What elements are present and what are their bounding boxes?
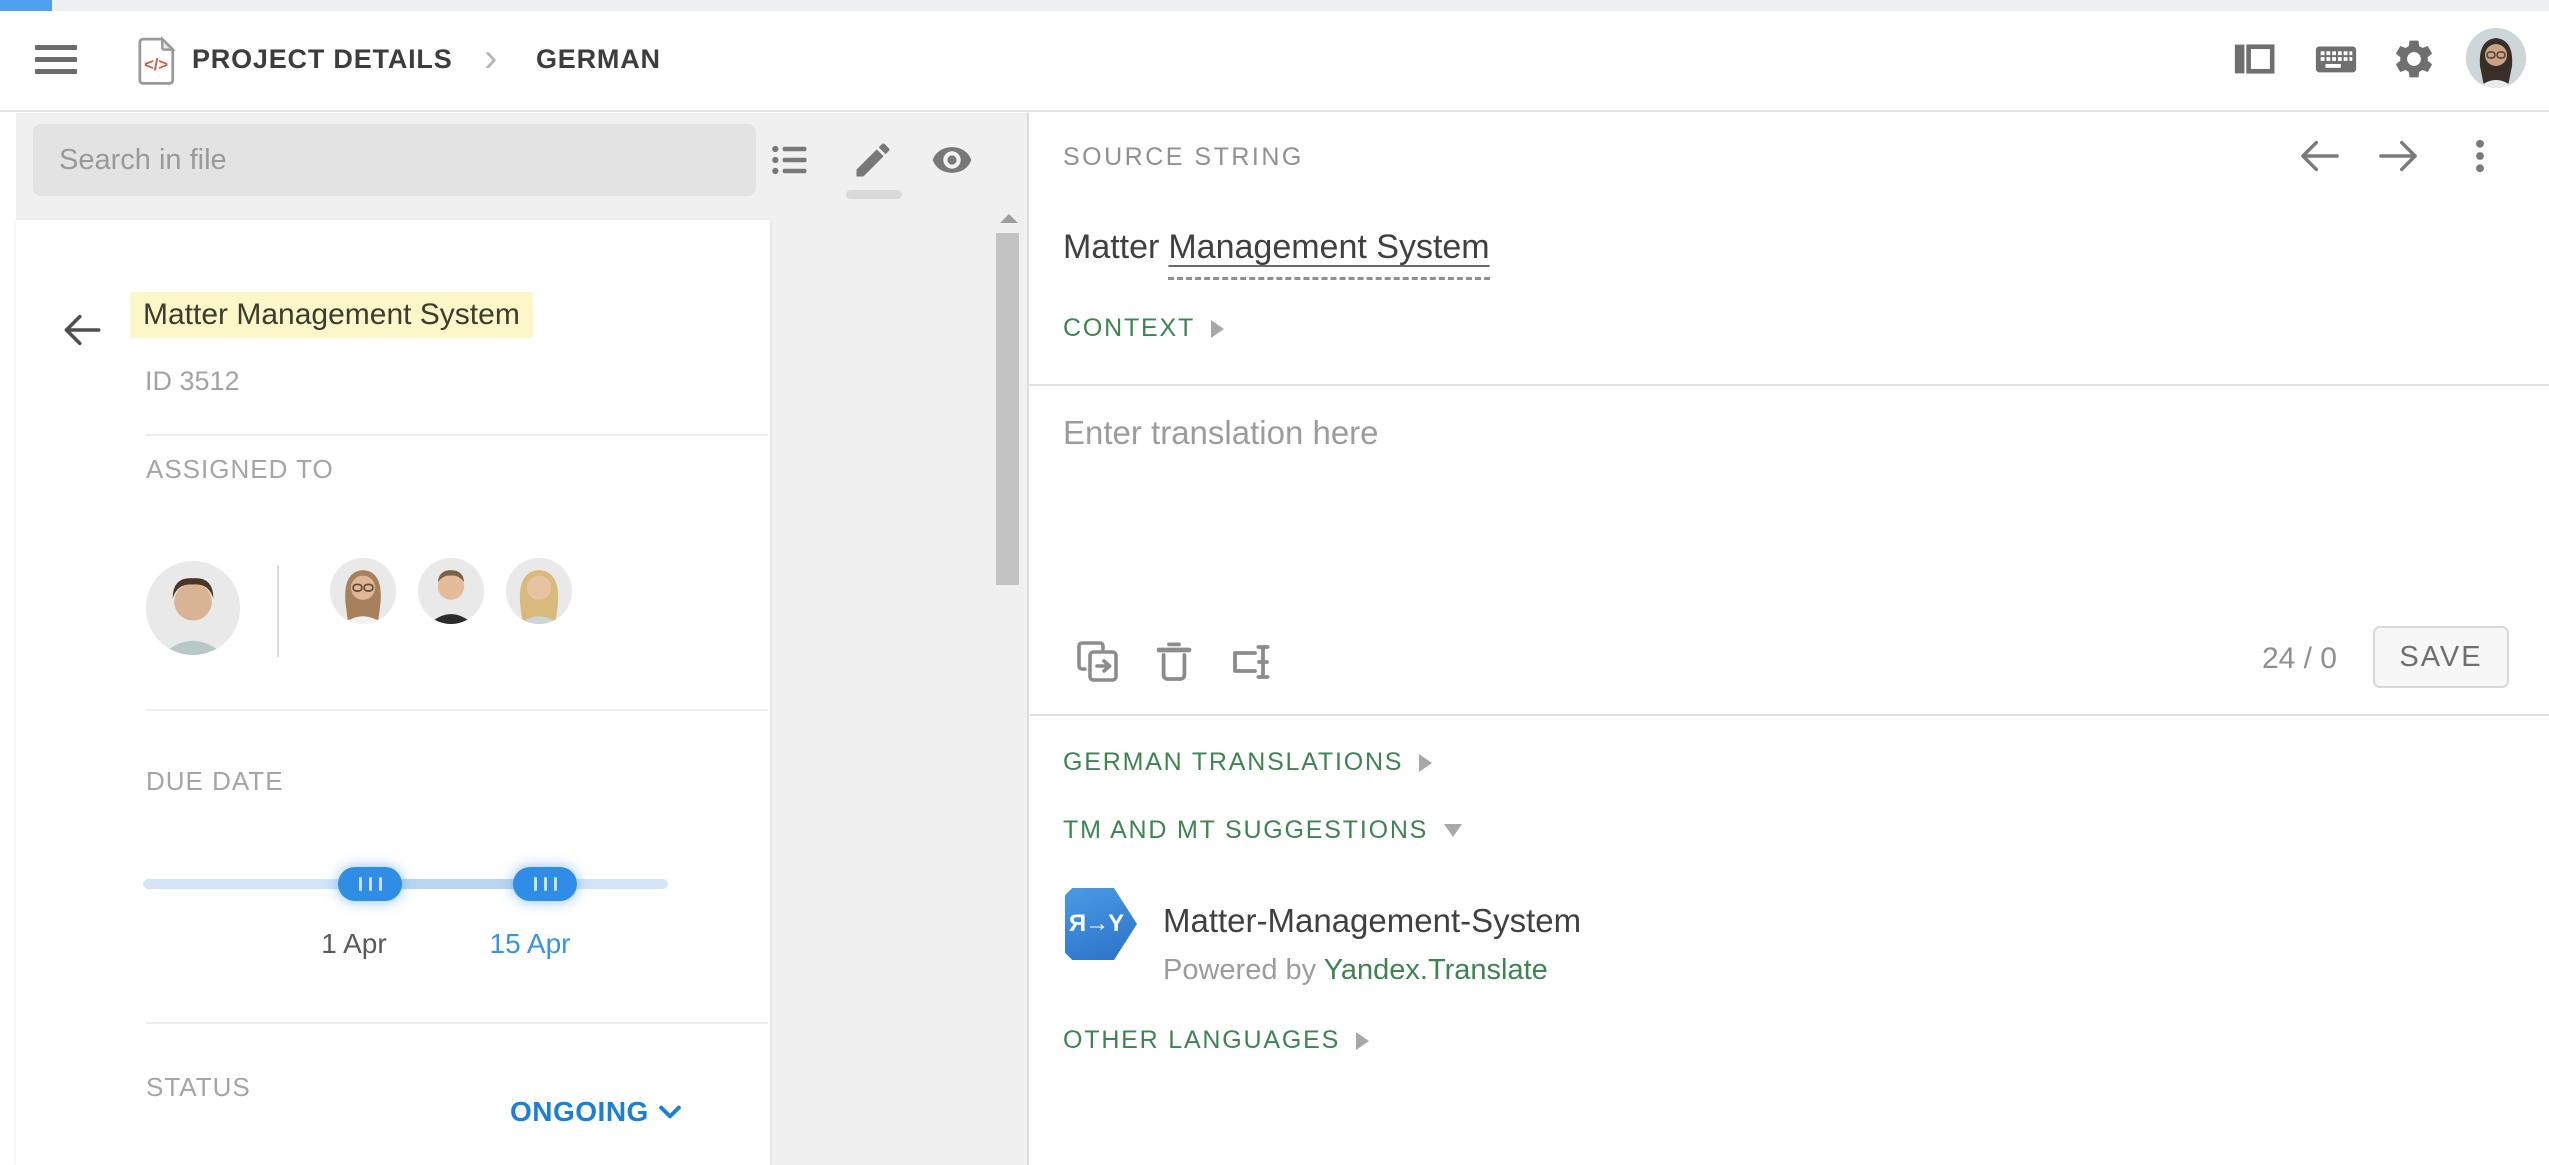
scrollbar-up-arrow[interactable] [1000, 214, 1018, 223]
scrollbar-thumb[interactable] [996, 233, 1019, 585]
previous-string-icon[interactable] [2298, 134, 2342, 178]
source-term-highlight[interactable]: Management System [1168, 228, 1489, 280]
divider [146, 434, 768, 436]
save-button[interactable]: SAVE [2373, 626, 2509, 688]
german-translations-toggle[interactable]: GERMAN TRANSLATIONS [1063, 748, 1432, 777]
context-toggle[interactable]: CONTEXT [1063, 314, 1224, 343]
mt-suggestion-attribution: Powered by Yandex.Translate [1163, 954, 1548, 987]
string-details-card: Matter Management System ID 3512 ASSIGNE… [16, 220, 770, 1165]
yandex-badge-text: Я→Y [1069, 910, 1123, 938]
triangle-right-icon [1356, 1032, 1369, 1050]
edit-active-indicator [846, 190, 902, 199]
mt-suggestion-text[interactable]: Matter-Management-System [1163, 902, 1581, 940]
file-code-icon: </> [136, 36, 178, 86]
user-avatar[interactable] [2466, 28, 2526, 88]
keyboard-icon[interactable] [2313, 36, 2359, 82]
source-string-text: MatterManagement System [1063, 228, 1490, 267]
preview-eye-icon[interactable] [930, 138, 974, 182]
triangle-down-icon [1444, 824, 1462, 837]
breadcrumb-separator-icon: › [484, 36, 497, 81]
tm-mt-suggestions-toggle[interactable]: TM AND MT SUGGESTIONS [1063, 816, 1462, 845]
select-text-icon[interactable] [1226, 638, 1274, 686]
due-date-end-value[interactable]: 15 Apr [450, 928, 610, 960]
search-input[interactable] [33, 124, 756, 196]
settings-gear-icon[interactable] [2391, 36, 2437, 82]
due-date-label: DUE DATE [146, 766, 284, 797]
divider [146, 1022, 768, 1024]
assignee-avatar-3[interactable] [506, 558, 572, 624]
source-plain-text: Matter [1063, 228, 1159, 266]
char-counter: 24 / 0 [2227, 642, 2337, 676]
status-label: STATUS [146, 1072, 251, 1103]
due-date-start-handle[interactable] [338, 867, 402, 901]
edit-pencil-icon[interactable] [851, 138, 895, 182]
status-dropdown[interactable]: ONGOING [510, 1096, 681, 1128]
assigned-to-label: ASSIGNED TO [146, 454, 334, 485]
panel-toggle-icon[interactable] [2231, 36, 2277, 82]
due-date-end-handle[interactable] [513, 867, 577, 901]
due-date-start-value[interactable]: 1 Apr [274, 928, 434, 960]
german-translations-label: GERMAN TRANSLATIONS [1063, 748, 1403, 777]
status-value-text: ONGOING [510, 1096, 649, 1128]
more-options-icon[interactable] [2458, 134, 2502, 178]
source-string-label: SOURCE STRING [1063, 143, 1304, 172]
back-arrow-icon[interactable] [62, 310, 102, 350]
string-id: ID 3512 [145, 366, 240, 397]
other-languages-label: OTHER LANGUAGES [1063, 1026, 1340, 1055]
svg-text:</>: </> [144, 55, 168, 74]
copy-source-icon[interactable] [1074, 638, 1122, 686]
assignee-avatar-1[interactable] [330, 558, 396, 624]
provider-link[interactable]: Yandex.Translate [1324, 954, 1548, 986]
editor-divider-bottom [1028, 714, 2549, 716]
breadcrumb-language[interactable]: GERMAN [536, 44, 661, 75]
divider [146, 709, 768, 711]
triangle-right-icon [1211, 320, 1224, 338]
powered-by-text: Powered by [1163, 954, 1316, 986]
menu-icon[interactable] [35, 45, 77, 75]
strings-list-icon[interactable] [768, 138, 812, 182]
context-label: CONTEXT [1063, 314, 1195, 343]
chevron-down-icon [659, 1104, 681, 1120]
yandex-translate-badge-icon[interactable]: Я→Y [1065, 888, 1137, 960]
editor-divider-top [1028, 384, 2549, 386]
panel-divider [1027, 113, 1029, 1165]
assignee-avatar-2[interactable] [418, 558, 484, 624]
string-title[interactable]: Matter Management System [130, 292, 533, 338]
triangle-right-icon [1419, 754, 1432, 772]
accent-strip [0, 0, 52, 11]
assignee-avatar-main[interactable] [146, 561, 240, 655]
avatar-separator [277, 565, 279, 657]
delete-translation-icon[interactable] [1150, 638, 1198, 686]
browser-strip [0, 0, 2549, 11]
translation-input[interactable] [1045, 400, 2465, 615]
next-string-icon[interactable] [2376, 134, 2420, 178]
breadcrumb-project-details[interactable]: PROJECT DETAILS [192, 44, 453, 75]
translation-editor-app: </> PROJECT DETAILS › GERMAN [0, 0, 2549, 1165]
tm-mt-suggestions-label: TM AND MT SUGGESTIONS [1063, 816, 1428, 845]
other-languages-toggle[interactable]: OTHER LANGUAGES [1063, 1026, 1369, 1055]
